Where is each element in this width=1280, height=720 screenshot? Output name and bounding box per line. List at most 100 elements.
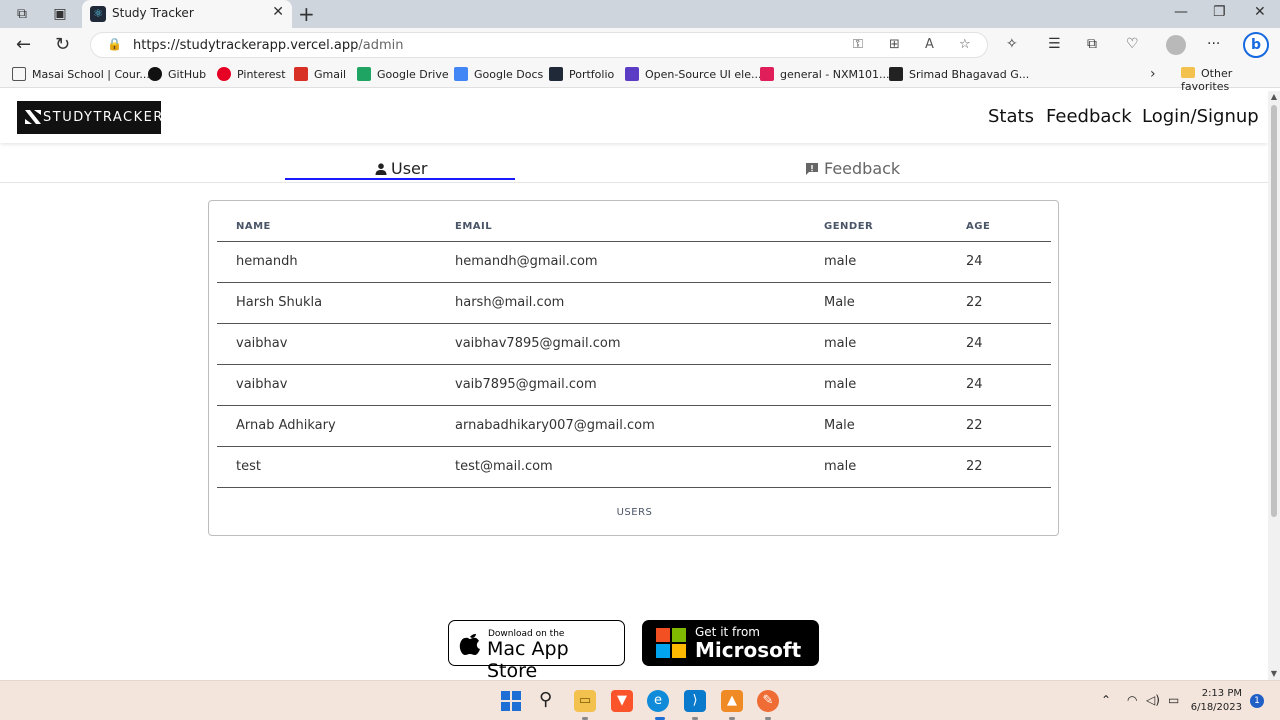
clock-date: 6/18/2023	[1190, 702, 1242, 713]
bookmark-slack-general[interactable]: general - NXM101...	[760, 67, 890, 81]
bookmark-masai[interactable]: Masai School | Cour...	[12, 67, 150, 81]
scroll-up-icon[interactable]: ▲	[1268, 91, 1280, 103]
volume-icon[interactable]: ◁)	[1146, 693, 1160, 707]
bookmark-open-source-ui[interactable]: Open-Source UI ele...	[625, 67, 762, 81]
new-tab-icon[interactable]: +	[298, 2, 315, 26]
react-favicon-icon: ⚛	[90, 6, 106, 22]
scroll-thumb[interactable]	[1271, 105, 1277, 517]
apple-big-text: Mac App Store	[487, 638, 569, 680]
tab-actions-icon[interactable]: ▣	[52, 6, 68, 22]
refresh-icon[interactable]: ↻	[55, 34, 70, 55]
row-divider	[217, 282, 1051, 283]
health-icon[interactable]: ♡	[1126, 36, 1139, 52]
taskbar-clock[interactable]: 2:13 PM 6/18/2023	[1190, 687, 1242, 715]
vlc-icon[interactable]: ▲	[721, 690, 743, 712]
vscode-icon[interactable]: ⟩	[684, 690, 706, 712]
bookmark-portfolio[interactable]: Portfolio	[549, 67, 614, 81]
header-gender[interactable]: GENDER	[824, 221, 873, 232]
ui-icon	[625, 67, 639, 81]
cell-gender: Male	[824, 418, 855, 433]
bookmark-google-drive[interactable]: Google Drive	[357, 67, 449, 81]
tab-feedback[interactable]: Feedback	[805, 159, 900, 178]
mac-app-store-button[interactable]: Download on the Mac App Store	[448, 620, 625, 680]
page-viewport: STUDYTRACKER Stats Feedback Login/Signup…	[0, 91, 1268, 680]
close-window-icon[interactable]: ✕	[1254, 4, 1266, 20]
bookmark-bhagavad[interactable]: Srimad Bhagavad G...	[889, 67, 1029, 81]
nav-feedback[interactable]: Feedback	[1046, 106, 1132, 127]
user-icon	[375, 163, 387, 175]
chevron-up-icon[interactable]: ⌃	[1101, 693, 1111, 707]
workspaces-icon[interactable]: ⧉	[14, 6, 30, 22]
lock-icon[interactable]: 🔒	[107, 37, 122, 51]
screen: ⧉ ▣ ⚛ Study Tracker ✕ + — ❐ ✕ ← ↻ 🔒 http…	[0, 0, 1280, 720]
collections-icon[interactable]: ⧉	[1087, 36, 1097, 52]
file-explorer-icon[interactable]: ▭	[574, 690, 596, 712]
cell-gender: male	[824, 336, 857, 351]
search-icon[interactable]: ⚲	[539, 689, 552, 710]
row-divider	[217, 487, 1051, 488]
cell-age: 22	[966, 418, 983, 433]
key-icon[interactable]: ⚿	[853, 37, 863, 52]
favorite-star-icon[interactable]: ☆	[959, 37, 971, 52]
minimize-icon[interactable]: —	[1174, 4, 1188, 20]
battery-icon[interactable]: ▭	[1168, 693, 1179, 707]
page-scrollbar[interactable]: ▲ ▼	[1268, 91, 1280, 680]
cell-email: harsh@mail.com	[455, 295, 565, 310]
read-aloud-icon[interactable]: A	[925, 37, 934, 52]
scroll-down-icon[interactable]: ▼	[1268, 668, 1280, 680]
microsoft-logo-icon	[656, 628, 686, 658]
close-tab-icon[interactable]: ✕	[272, 4, 284, 20]
bookmark-gmail[interactable]: Gmail	[294, 67, 346, 81]
cell-name: Arnab Adhikary	[236, 418, 336, 433]
apps-icon[interactable]: ⊞	[889, 37, 900, 52]
header-age[interactable]: AGE	[966, 221, 990, 232]
ms-small-text: Get it from	[695, 625, 760, 639]
cell-email: test@mail.com	[455, 459, 553, 474]
row-divider	[217, 364, 1051, 365]
github-icon	[148, 67, 162, 81]
tab-user[interactable]: User	[375, 159, 427, 178]
pinterest-icon	[217, 67, 231, 81]
url-text[interactable]: https://studytrackerapp.vercel.app/admin	[133, 38, 403, 53]
microsoft-store-button[interactable]: Get it from Microsoft	[642, 620, 819, 666]
nav-stats[interactable]: Stats	[988, 106, 1034, 127]
header-divider	[217, 241, 1051, 242]
tab-title: Study Tracker	[112, 6, 194, 20]
admin-tabs: User Feedback	[0, 153, 1268, 183]
header-name[interactable]: NAME	[236, 221, 271, 232]
bookmark-pinterest[interactable]: Pinterest	[217, 67, 286, 81]
address-bar[interactable]: 🔒 https://studytrackerapp.vercel.app/adm…	[90, 32, 988, 58]
bing-icon[interactable]: b	[1243, 32, 1269, 58]
cell-name: hemandh	[236, 254, 298, 269]
more-menu-icon[interactable]: ···	[1207, 36, 1220, 52]
postman-icon[interactable]: ✎	[757, 690, 779, 712]
header-email[interactable]: EMAIL	[455, 221, 492, 232]
windows-start-icon[interactable]	[501, 691, 521, 711]
other-favorites-folder[interactable]: Other favorites	[1181, 67, 1280, 93]
bookmark-github[interactable]: GitHub	[148, 67, 206, 81]
edge-icon[interactable]: e	[647, 690, 669, 712]
more-bookmarks-chevron-icon[interactable]: ›	[1150, 66, 1156, 82]
brave-icon[interactable]: ▼	[611, 690, 633, 712]
cell-gender: male	[824, 459, 857, 474]
bookmark-google-docs[interactable]: Google Docs	[454, 67, 543, 81]
favorites-icon[interactable]: ☰	[1048, 36, 1061, 52]
browser-tab[interactable]: ⚛ Study Tracker ✕	[82, 0, 292, 28]
active-tab-indicator	[285, 178, 515, 180]
react-icon	[549, 67, 563, 81]
extensions-icon[interactable]: ✧	[1006, 36, 1018, 52]
notification-badge[interactable]: 1	[1250, 694, 1264, 708]
docs-icon	[454, 67, 468, 81]
nav-login-signup[interactable]: Login/Signup	[1142, 106, 1259, 127]
wifi-icon[interactable]: ◠	[1127, 693, 1137, 707]
site-logo[interactable]: STUDYTRACKER	[17, 101, 162, 134]
restore-icon[interactable]: ❐	[1213, 4, 1226, 20]
cell-gender: male	[824, 254, 857, 269]
profile-avatar[interactable]	[1166, 35, 1186, 55]
drive-icon	[357, 67, 371, 81]
back-icon[interactable]: ←	[16, 34, 31, 55]
cell-gender: Male	[824, 295, 855, 310]
folder-icon	[1181, 67, 1195, 78]
row-divider	[217, 446, 1051, 447]
cell-age: 22	[966, 295, 983, 310]
